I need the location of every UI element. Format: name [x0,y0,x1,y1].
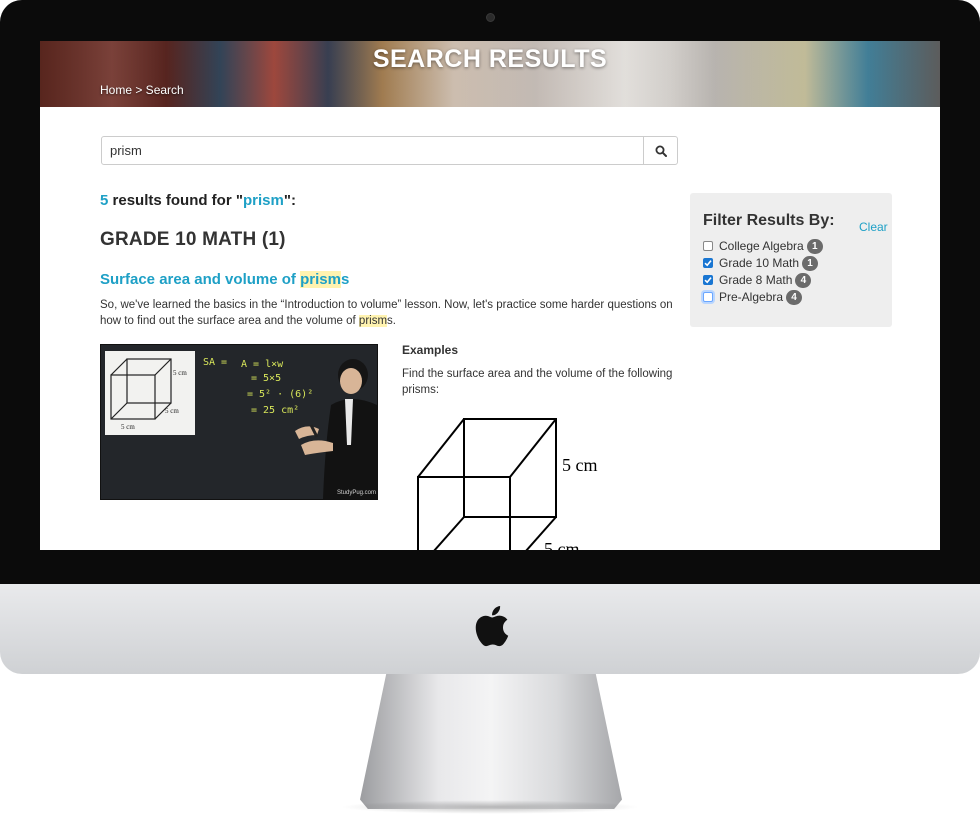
chalk-line-1: SA = [203,357,227,368]
video-thumbnail[interactable]: 5 cm 5 cm 5 cm SA = A = l×w = 5×5 = 5² ·… [100,344,378,500]
board-label-3: 5 cm [121,423,135,431]
result-desc-post: s. [387,315,396,327]
browser-viewport: SEARCH RESULTS Home > Search 5 results f… [40,41,940,550]
result-description: So, we've learned the basics in the “Int… [100,297,680,329]
filter-item-college-algebra[interactable]: College Algebra 1 [703,238,823,254]
section-heading: GRADE 10 MATH (1) [100,229,286,250]
prism-depth-label: 5 cm [544,539,580,550]
filter-label-grade-10-math: Grade 10 Math [719,256,800,270]
search-input[interactable] [102,137,648,164]
page-title: SEARCH RESULTS [372,45,608,73]
breadcrumb[interactable]: Home > Search [100,83,184,97]
search-button[interactable] [643,137,677,164]
video-frame: 5 cm 5 cm 5 cm SA = A = l×w = 5×5 = 5² ·… [101,345,377,499]
prism-height-label: 5 cm [562,455,598,475]
chalk-line-5: = 25 cm² [251,405,299,416]
checkbox-grade-8-math[interactable] [703,275,713,285]
result-title-pre: Surface area and volume of [100,271,301,288]
filter-item-grade-10-math[interactable]: Grade 10 Math 1 [703,255,819,271]
filter-label-grade-8-math: Grade 8 Math [719,273,793,287]
prism-diagram: 5 cm 5 cm [417,418,598,550]
checkbox-pre-algebra[interactable] [703,292,713,302]
hero-banner: SEARCH RESULTS Home > Search [40,41,940,107]
count-badge-college-algebra: 1 [806,238,823,254]
count-badge-pre-algebra: 4 [786,289,803,305]
chalk-line-2: A = l×w [241,359,284,370]
chalk-line-3: = 5×5 [251,373,281,384]
results-query: prism [242,192,284,209]
camera-icon [486,13,495,22]
apple-logo-icon [475,606,509,647]
checkbox-college-algebra[interactable] [703,241,713,251]
filter-item-grade-8-math[interactable]: Grade 8 Math 4 [703,272,812,288]
checkbox-grade-10-math[interactable] [703,258,713,268]
examples-label: Examples [402,343,459,357]
board-label-1: 5 cm [173,369,187,377]
prism-cube [417,418,557,550]
count-badge-grade-8-math: 4 [795,272,812,288]
filter-clear-link[interactable]: Clear [859,220,888,234]
check-icon [704,277,712,284]
examples-text: Find the surface area and the volume of … [402,368,673,396]
monitor-stand [360,674,622,809]
video-watermark: StudyPug.com [337,490,376,496]
filter-panel: Filter Results By: Clear College Algebra… [690,193,892,327]
filter-label-pre-algebra: Pre-Algebra [719,290,784,304]
filter-label-college-algebra: College Algebra [719,239,804,253]
board-label-2: 5 cm [165,407,179,415]
results-summary: 5 results found for "prism": [100,192,296,209]
whiteboard-card [105,351,195,435]
filter-title: Filter Results By: [703,212,835,229]
result-title-link[interactable]: Surface area and volume of prisms [100,271,349,288]
search-icon [655,145,667,157]
search-bar [101,136,678,165]
stand-shadow [340,800,640,814]
results-close: ": [283,192,296,209]
result-title-post: s [340,271,350,288]
chalk-line-4: = 5² · (6)² [247,389,313,400]
result-title-highlight: prism [300,271,341,288]
result-desc-highlight: prism [358,315,388,327]
count-badge-grade-10-math: 1 [802,255,819,271]
filter-item-pre-algebra[interactable]: Pre-Algebra 4 [703,289,803,305]
check-icon [704,260,712,267]
results-phrase: results found for " [108,192,243,209]
